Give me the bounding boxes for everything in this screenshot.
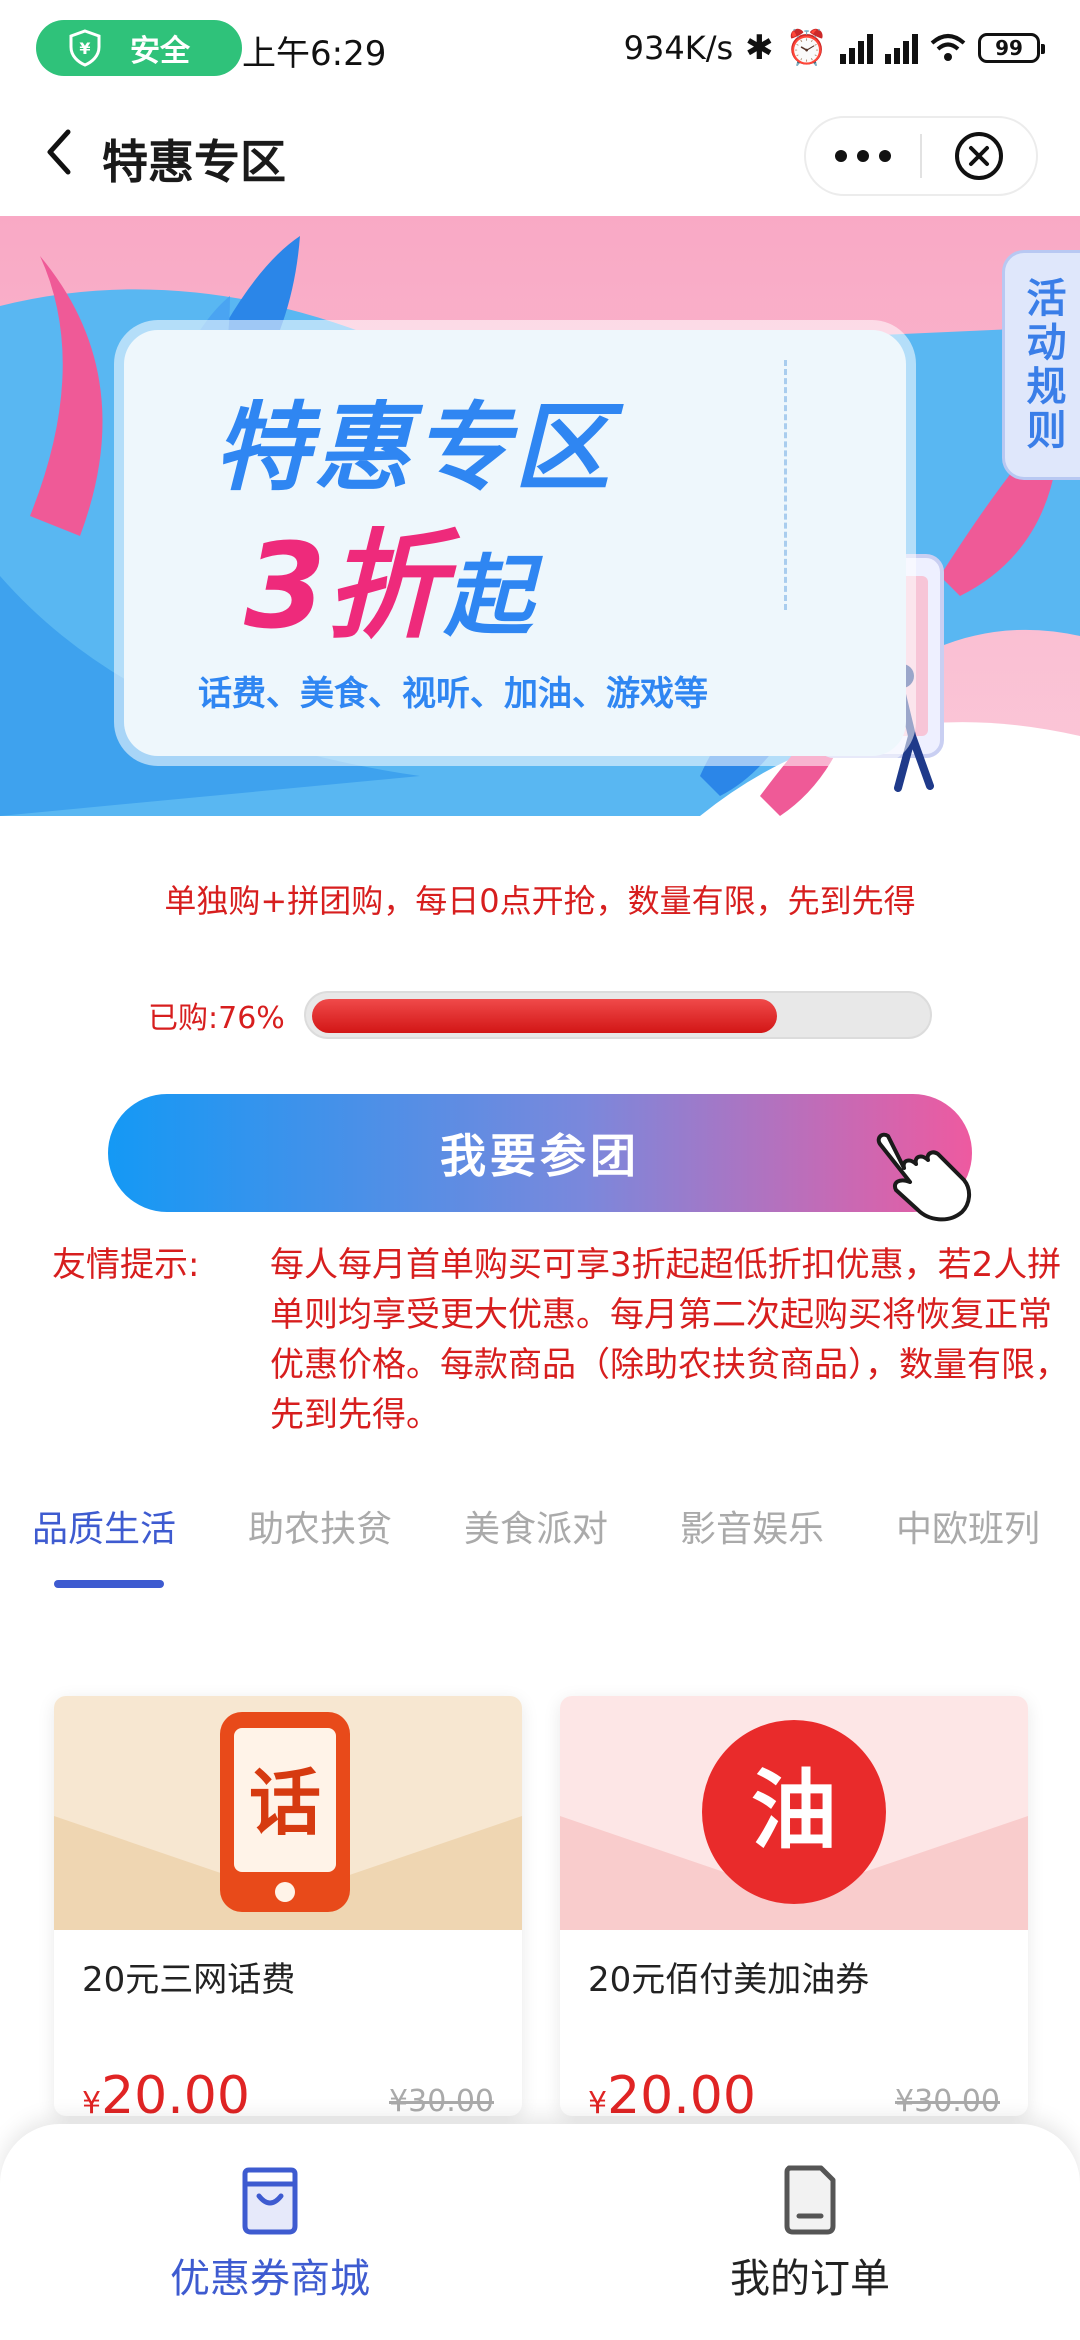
price-currency: ¥ [588,2086,608,2116]
price-value: 20.00 [101,2066,250,2116]
shopping-bag-icon [242,2167,298,2235]
close-button[interactable] [922,118,1036,194]
tab-active-underline [54,1580,164,1588]
promo-banner: 特惠专区 3折起 话费、美食、视听、加油、游戏等 活动规则 [0,216,1080,816]
tab-av-entertainment[interactable]: 影音娱乐 [680,1500,824,1552]
banner-headline: 特惠专区 [214,392,614,504]
product-icon-char: 话 [249,1761,321,1845]
tab-food-party[interactable]: 美食派对 [464,1500,608,1552]
more-dot-icon [857,150,869,162]
product-name: 20元三网话费 [82,1960,296,2000]
bottom-nav: 优惠券商城 我的订单 [0,2124,1080,2340]
nav-my-orders-label: 我的订单 [730,2256,890,2302]
banner-discount-small: 起 [444,545,533,648]
wifi-icon [930,34,966,61]
battery-icon: 99 [978,33,1045,63]
net-speed: 934K/s [623,29,734,67]
page-title: 特惠专区 [102,135,286,189]
safe-badge[interactable]: ¥ 安全 [36,20,242,76]
tab-farm-aid[interactable]: 助农扶贫 [248,1500,392,1552]
safe-label: 安全 [130,34,190,69]
progress-label: 已购:76% [148,1001,285,1036]
tab-china-europe-train[interactable]: 中欧班列 [896,1500,1040,1552]
miniapp-capsule [804,116,1038,196]
product-original-price: ¥30.00 [389,2084,494,2116]
more-menu-button[interactable] [806,118,920,194]
tab-quality-life[interactable]: 品质生活 [32,1500,176,1552]
title-bar: 特惠专区 [0,96,1080,216]
promo-intro: 单独购+拼团购，每日0点开抢，数量有限，先到先得 [164,882,916,920]
more-dot-icon [879,150,891,162]
nav-my-orders[interactable]: 我的订单 [660,2164,960,2314]
signal-icon-2 [885,32,918,64]
more-dot-icon [835,150,847,162]
product-card[interactable]: 话 20元三网话费 ¥20.00 ¥30.00 [54,1696,522,2116]
category-tabs: 品质生活 助农扶贫 美食派对 影音娱乐 中欧班列 [0,1500,1080,1590]
close-circle-icon [954,132,1003,180]
purchase-progress: 已购:76% [148,990,938,1040]
product-card[interactable]: 油 20元佰付美加油券 ¥20.00 ¥30.00 [560,1696,1028,2116]
back-arrow-icon[interactable] [36,122,84,182]
progress-fill [312,999,777,1033]
status-icons: 934K/s ✱ ⏰ 99 [623,22,1045,74]
signal-icon-1 [840,32,873,64]
card-dash-divider [784,360,787,610]
alarm-icon: ⏰ [785,28,828,68]
product-price: ¥20.00 [82,2066,250,2116]
status-bar: ¥ 安全 上午6:29 934K/s ✱ ⏰ 99 [0,0,1080,96]
fuel-coupon-thumbnail: 油 [560,1696,1028,1930]
progress-track [304,991,932,1039]
banner-card: 特惠专区 3折起 话费、美食、视听、加油、游戏等 [124,330,906,756]
bluetooth-icon: ✱ [745,28,774,68]
shield-icon: ¥ [69,29,101,67]
product-name: 20元佰付美加油券 [588,1960,870,2000]
pointing-hand-icon [876,1132,971,1222]
product-original-price: ¥30.00 [895,2084,1000,2116]
nav-coupon-mall-label: 优惠券商城 [170,2256,370,2302]
join-group-button[interactable]: 我要参团 [108,1094,972,1212]
activity-rules-button[interactable]: 活动规则 [1002,250,1080,480]
order-document-icon [784,2165,836,2235]
tip-label: 友情提示: [52,1245,200,1285]
product-icon-char: 油 [751,1761,837,1861]
product-price: ¥20.00 [588,2066,756,2116]
price-value: 20.00 [607,2066,756,2116]
nav-coupon-mall[interactable]: 优惠券商城 [120,2164,420,2314]
activity-rules-label: 活动规则 [1019,277,1066,453]
banner-discount: 3折起 [244,490,532,661]
price-currency: ¥ [82,2086,102,2116]
banner-categories: 话费、美食、视听、加油、游戏等 [198,674,708,714]
banner-discount-big: 3折 [244,517,445,655]
phone-bill-thumbnail: 话 [54,1696,522,1930]
clock: 上午6:29 [242,34,387,74]
svg-text:¥: ¥ [79,39,90,58]
tip-body: 每人每月首单购买可享3折起超低折扣优惠，若2人拼单则均享受更大优惠。每月第二次起… [270,1245,1069,1435]
